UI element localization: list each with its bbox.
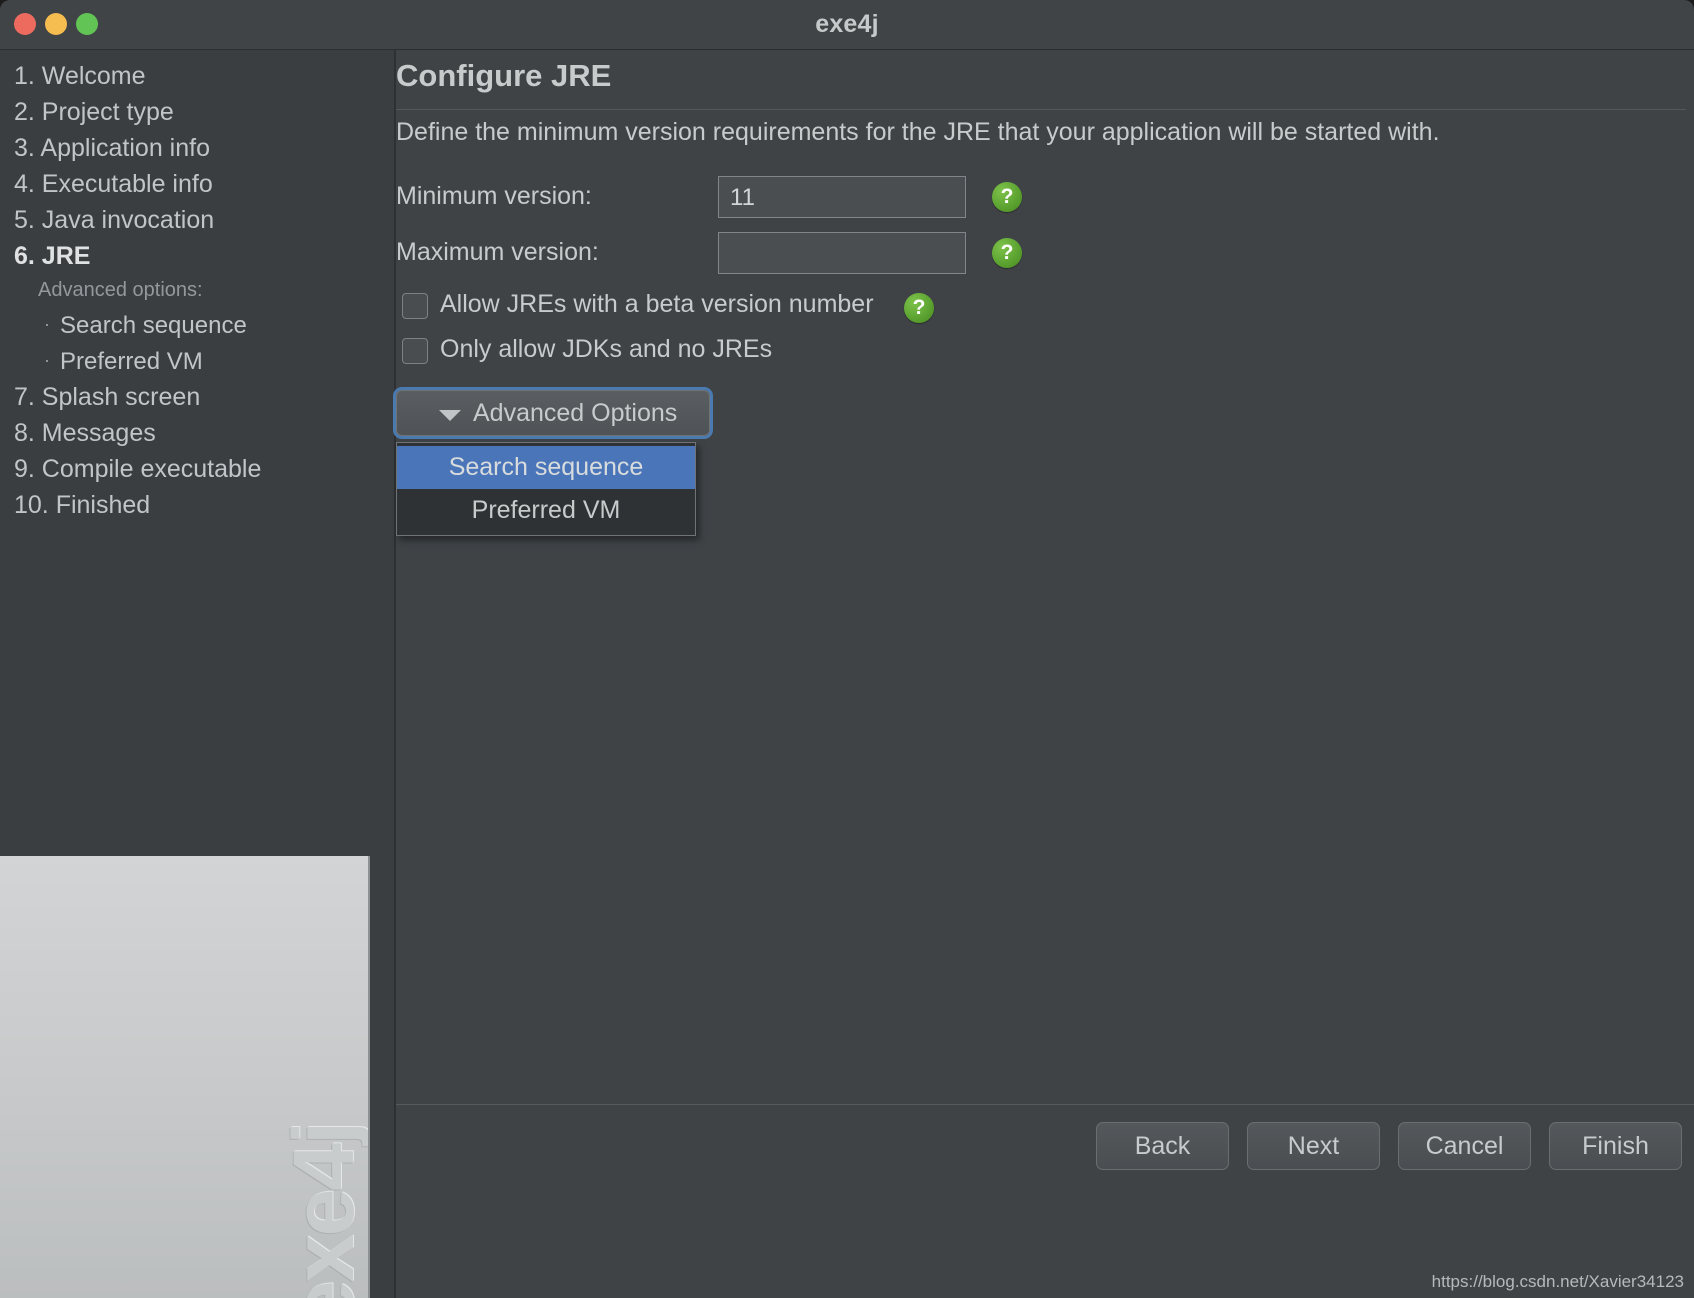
maximum-version-input[interactable] [718,232,966,274]
sidebar-item-finished[interactable]: 10. Finished [0,487,394,523]
bullet-icon: · [44,314,50,334]
advanced-options-label: Advanced Options [473,399,678,427]
advanced-options-button[interactable]: Advanced Options [396,390,710,436]
menu-item-preferred-vm[interactable]: Preferred VM [397,489,695,532]
sidebar-item-project-type[interactable]: 2. Project type [0,94,394,130]
only-jdk-checkbox[interactable] [402,338,428,364]
next-button[interactable]: Next [1247,1122,1380,1170]
back-button[interactable]: Back [1096,1122,1229,1170]
footer-divider [396,1104,1694,1105]
minimum-version-label: Minimum version: [396,182,592,210]
branding-panel: exe4j [0,856,370,1298]
finish-button[interactable]: Finish [1549,1122,1682,1170]
maximum-version-label: Maximum version: [396,238,599,266]
sidebar-item-compile-executable[interactable]: 9. Compile executable [0,451,394,487]
sidebar-item-splash-screen[interactable]: 7. Splash screen [0,379,394,415]
wizard-step-list: 1. Welcome 2. Project type 3. Applicatio… [0,58,394,523]
title-bar: exe4j [0,0,1694,50]
app-window: exe4j 1. Welcome 2. Project type 3. Appl… [0,0,1694,1298]
sidebar-item-executable-info[interactable]: 4. Executable info [0,166,394,202]
sidebar-item-messages[interactable]: 8. Messages [0,415,394,451]
window-title: exe4j [815,10,879,38]
minimum-version-value: 11 [730,184,755,211]
sidebar-item-java-invocation[interactable]: 5. Java invocation [0,202,394,238]
main-content: Configure JRE Define the minimum version… [396,50,1694,1298]
help-icon[interactable]: ? [992,182,1022,212]
allow-beta-jre-checkbox[interactable] [402,293,428,319]
advanced-options-menu: Search sequence Preferred VM [396,442,696,536]
footer-button-group: Back Next Cancel Finish [1096,1122,1682,1170]
title-divider [396,109,1686,110]
sidebar-item-welcome[interactable]: 1. Welcome [0,58,394,94]
cancel-button[interactable]: Cancel [1398,1122,1531,1170]
allow-beta-jre-label: Allow JREs with a beta version number [440,290,874,318]
sidebar-subitem-label: Preferred VM [60,348,203,375]
sidebar: 1. Welcome 2. Project type 3. Applicatio… [0,50,396,1298]
exe4j-logo: exe4j [276,1122,370,1298]
only-jdk-label: Only allow JDKs and no JREs [440,335,773,363]
sidebar-item-search-sequence[interactable]: · Search sequence [0,307,394,343]
help-icon[interactable]: ? [992,238,1022,268]
page-title: Configure JRE [396,58,612,93]
help-icon[interactable]: ? [904,293,934,323]
bullet-icon: · [44,350,50,370]
sidebar-item-preferred-vm[interactable]: · Preferred VM [0,343,394,379]
sidebar-item-application-info[interactable]: 3. Application info [0,130,394,166]
page-description: Define the minimum version requirements … [396,118,1440,146]
source-watermark: https://blog.csdn.net/Xavier34123 [1431,1272,1684,1291]
sidebar-subitem-label: Search sequence [60,312,247,339]
menu-item-search-sequence[interactable]: Search sequence [397,446,695,489]
sidebar-advanced-options-label: Advanced options: [38,279,203,301]
minimum-version-input[interactable]: 11 [718,176,966,218]
sidebar-item-jre[interactable]: 6. JRE [0,238,394,274]
chevron-down-icon [439,410,461,421]
